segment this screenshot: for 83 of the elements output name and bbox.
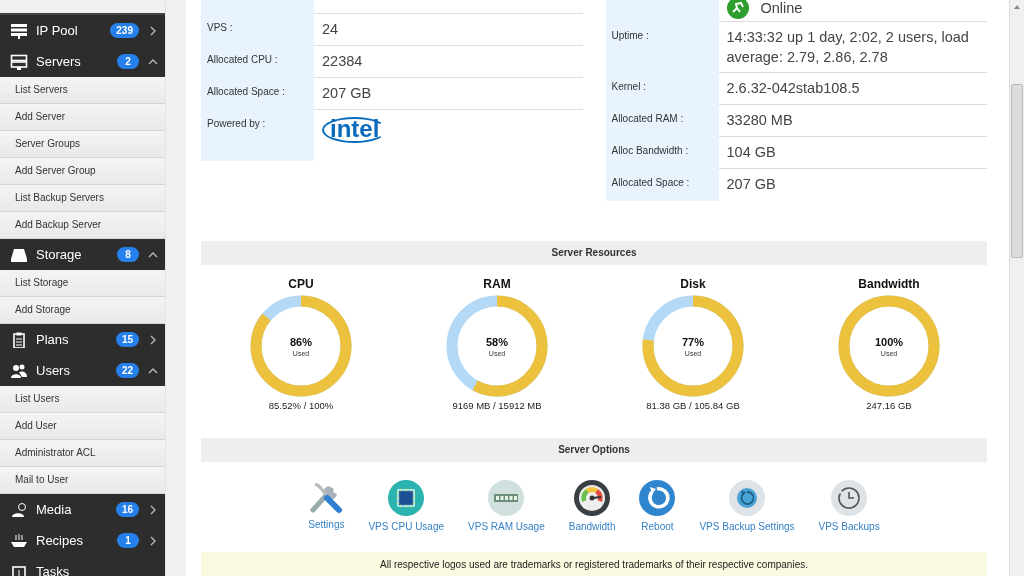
menu-item[interactable]: Recipes 1 xyxy=(0,525,165,556)
memory-icon xyxy=(488,480,525,516)
usage-detail: 9169 MB / 15912 MB xyxy=(452,400,542,412)
section-title: Server Resources xyxy=(551,247,637,258)
gauge-title: Bandwidth xyxy=(858,277,920,291)
info-label: Allocated Space : xyxy=(611,177,690,188)
menu-item[interactable]: Plans 15 xyxy=(0,324,165,355)
status-value: Online xyxy=(760,0,803,18)
menu-item[interactable]: Tasks xyxy=(0,556,165,576)
gauge-title: RAM xyxy=(483,277,511,291)
clipboard-icon xyxy=(10,331,28,348)
submenu-item[interactable]: List Servers xyxy=(0,77,165,104)
clock-icon xyxy=(831,480,868,516)
gauge-title: CPU xyxy=(288,277,314,291)
submenu-item[interactable]: Add Backup Server xyxy=(0,212,165,239)
info-label: Powered by : xyxy=(207,118,266,129)
wrench-screwdriver-icon xyxy=(309,480,344,514)
menu-item[interactable]: Servers 2 xyxy=(0,46,165,77)
count-badge: 15 xyxy=(115,332,139,347)
option-link[interactable]: Settings xyxy=(308,480,345,552)
server-rack-icon xyxy=(10,22,28,39)
menu-item[interactable]: Users 22 xyxy=(0,355,165,386)
info-label: Alloc Bandwidth : xyxy=(611,145,689,156)
submenu-item[interactable]: Add Server Group xyxy=(0,158,165,185)
chip-icon xyxy=(388,480,425,516)
info-value: 2.6.32-042stab108.5 xyxy=(726,80,860,96)
option-link[interactable]: Reboot xyxy=(639,480,676,552)
option-link[interactable]: VPS RAM Usage xyxy=(468,480,545,552)
menu-item[interactable]: Media 16 xyxy=(0,494,165,525)
drive-icon xyxy=(10,246,28,263)
option-link[interactable]: VPS CPU Usage xyxy=(368,480,445,552)
submenu-item[interactable]: Mail to User xyxy=(0,467,165,494)
count-badge: 22 xyxy=(115,363,139,378)
info-label: Uptime : xyxy=(611,30,649,41)
option-link[interactable]: VPS Backup Settings xyxy=(699,480,795,552)
info-value: 207 GB xyxy=(726,176,776,192)
count-badge: 1 xyxy=(117,533,139,548)
submenu-item[interactable]: Server Groups xyxy=(0,131,165,158)
percent-value: 86% xyxy=(290,335,312,348)
option-link[interactable]: VPS Backups xyxy=(818,480,880,552)
online-status-icon xyxy=(726,0,749,19)
count-badge: 16 xyxy=(115,502,139,517)
trademark-notice: All respective logos used are trademarks or registered trademarks of their respective companies. xyxy=(380,559,808,570)
percent-value: 77% xyxy=(682,335,704,348)
submenu-item[interactable]: Add Storage xyxy=(0,297,165,324)
gauge-icon xyxy=(574,480,611,516)
submenu-item[interactable]: Administrator ACL xyxy=(0,440,165,467)
task-icon xyxy=(10,563,28,576)
submenu-item[interactable]: Add User xyxy=(0,413,165,440)
scrollbar-thumb[interactable] xyxy=(1011,84,1023,258)
usage-detail: 81.38 GB / 105.84 GB xyxy=(646,400,740,412)
info-label: Allocated CPU : xyxy=(207,54,278,65)
submenu-item[interactable]: Add Server xyxy=(0,104,165,131)
count-badge: 8 xyxy=(117,247,139,262)
info-label: VPS : xyxy=(207,22,233,33)
menu-item[interactable]: Storage 8 xyxy=(0,239,165,270)
info-label: Kernel : xyxy=(611,81,646,92)
submenu-item[interactable]: List Backup Servers xyxy=(0,185,165,212)
reboot-icon xyxy=(639,480,676,516)
count-badge: 2 xyxy=(117,54,139,69)
count-badge: 239 xyxy=(110,23,139,38)
info-value: 14:33:32 up 1 day, 2:02, 2 users, load average: 2.79, 2.86, 2.78 xyxy=(726,29,969,65)
menu-item[interactable]: IP Pool 239 xyxy=(0,15,165,46)
section-title: Server Options xyxy=(558,444,630,455)
info-value: 104 GB xyxy=(726,144,776,160)
backup-icon xyxy=(729,480,765,516)
info-value: 33280 MB xyxy=(726,112,793,128)
info-value: 22384 xyxy=(322,53,363,69)
dish-icon xyxy=(10,532,28,549)
usage-detail: 85.52% / 100% xyxy=(268,400,334,412)
usage-detail: 247.16 GB xyxy=(866,400,912,412)
submenu-item[interactable]: List Storage xyxy=(0,270,165,297)
option-link[interactable]: Bandwidth xyxy=(568,480,616,552)
info-value: 24 xyxy=(322,21,339,37)
percent-value: 58% xyxy=(486,335,508,348)
media-icon xyxy=(10,501,28,518)
info-label: Allocated RAM : xyxy=(611,113,684,124)
server-icon xyxy=(10,53,28,70)
users-icon xyxy=(10,362,28,379)
info-value: 207 GB xyxy=(322,85,372,101)
submenu-item[interactable]: List Users xyxy=(0,386,165,413)
info-label: Allocated Space : xyxy=(207,86,285,97)
gauge-title: Disk xyxy=(680,277,706,291)
